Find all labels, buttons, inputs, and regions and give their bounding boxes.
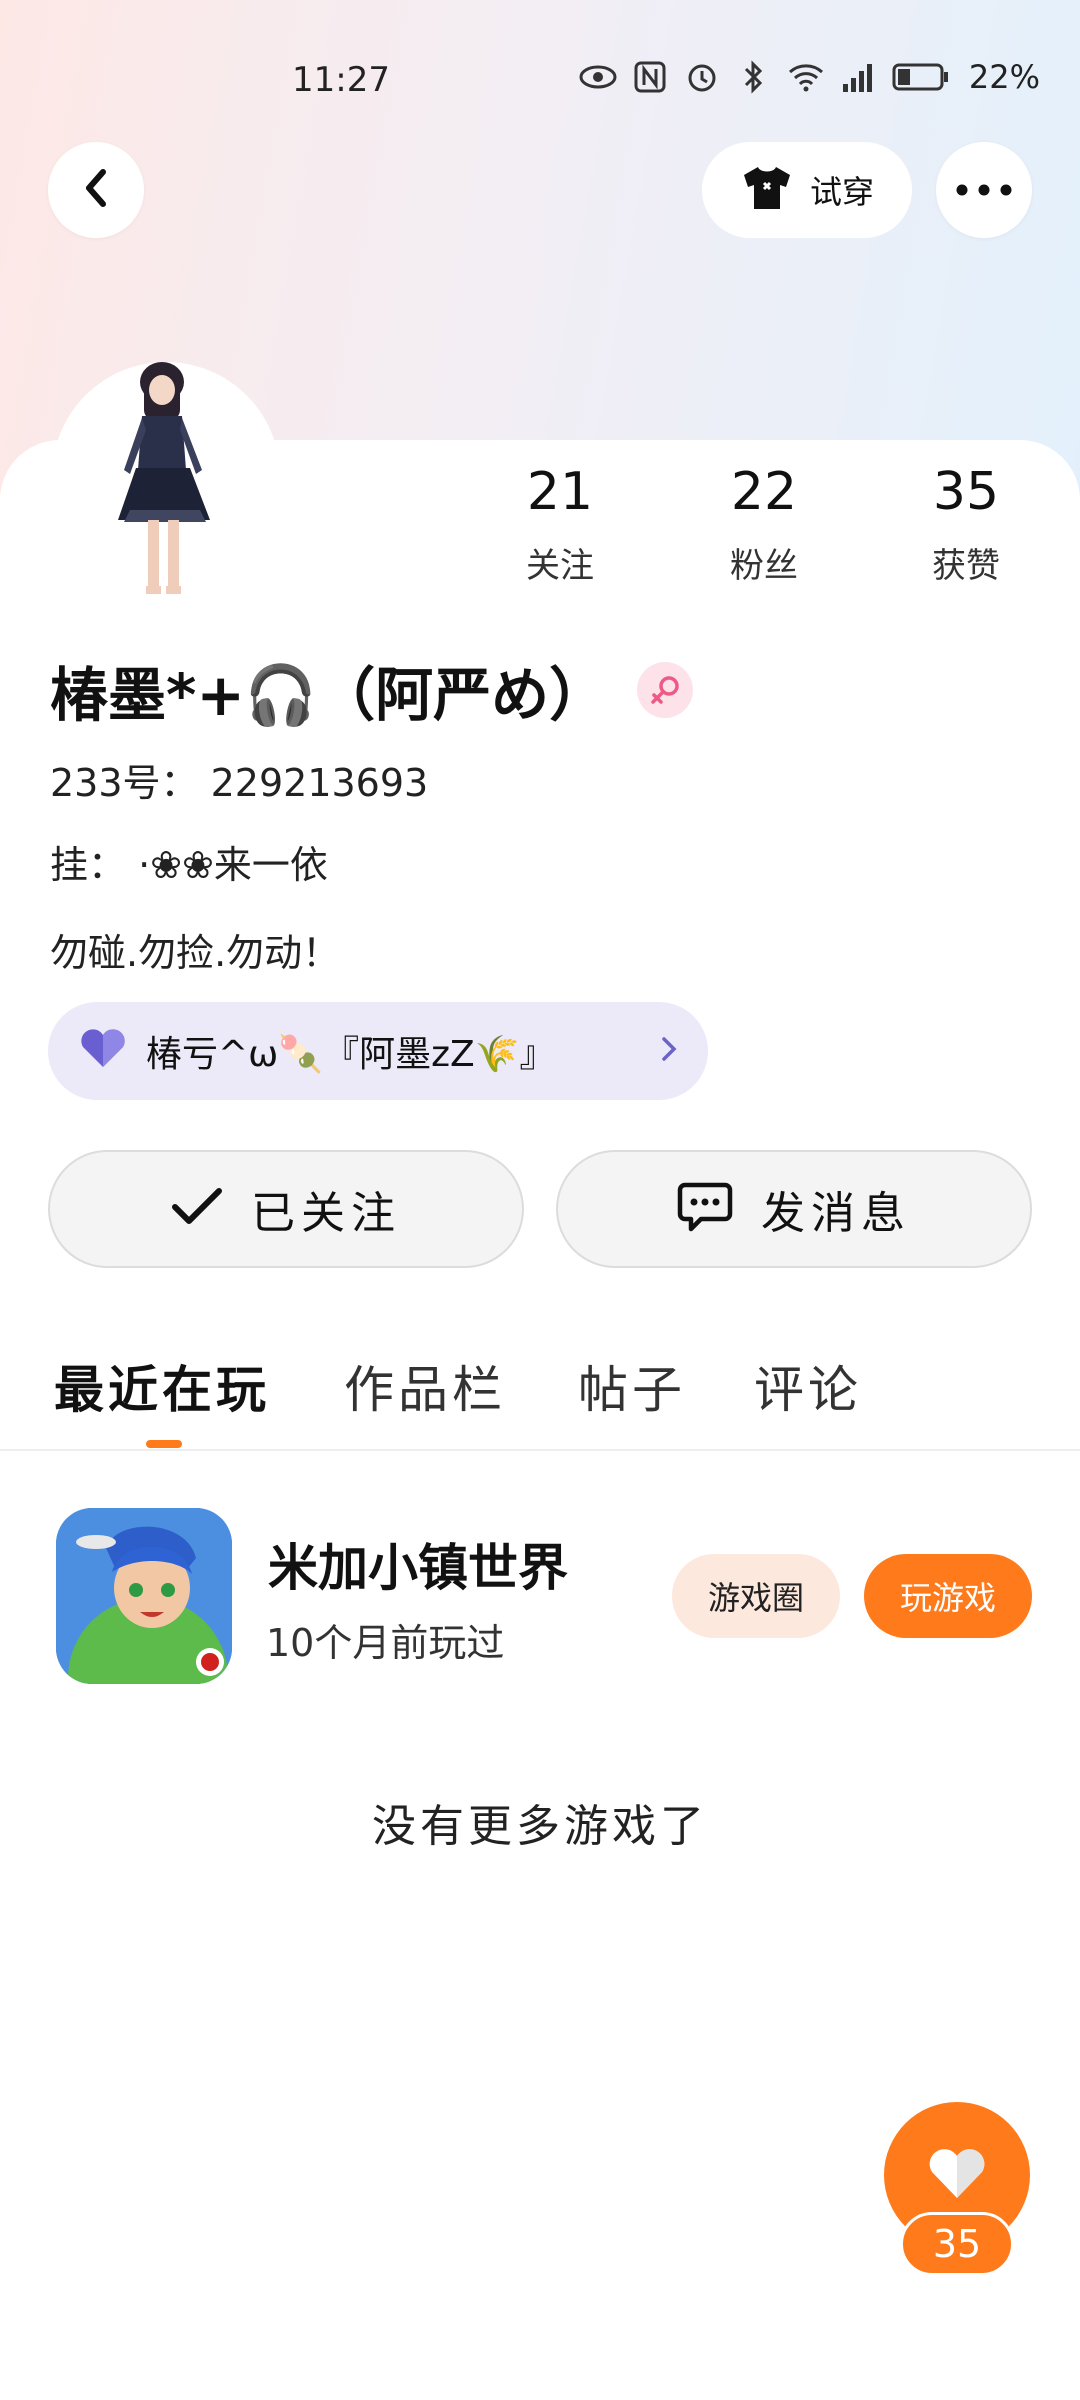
guild-badge[interactable]: 椿亏^ω🍡『阿墨zZ🌾』	[48, 1002, 708, 1100]
chevron-right-icon	[660, 1031, 678, 1072]
stat-fans[interactable]: 22 粉丝	[684, 460, 844, 587]
female-gender-icon	[637, 662, 694, 718]
guild-name: 椿亏^ω🍡『阿墨zZ🌾』	[146, 1034, 556, 1075]
status-time: 11:27	[292, 60, 390, 100]
no-more-games-text: 没有更多游戏了	[372, 1801, 708, 1852]
try-on-button[interactable]: 试穿	[702, 142, 912, 238]
chat-bubble-icon	[677, 1181, 733, 1237]
username-row: 椿墨*+🎧（阿严め）	[50, 648, 694, 732]
try-on-label: 试穿	[809, 173, 874, 211]
following-label: 已关注	[251, 1188, 401, 1239]
status-bar: 11:27 22%	[0, 52, 1080, 112]
following-button[interactable]: 已关注	[48, 1150, 524, 1268]
battery-percent: 22%	[968, 58, 1040, 96]
wifi-icon	[787, 58, 825, 96]
chevron-left-icon	[79, 166, 113, 214]
eye-icon	[579, 58, 617, 96]
stat-following[interactable]: 21 关注	[480, 460, 640, 587]
checkmark-icon	[171, 1187, 223, 1231]
stat-likes-label: 获赞	[932, 546, 1000, 586]
game-icon	[56, 1508, 232, 1684]
game-last-played: 10个月前玩过	[266, 1621, 505, 1665]
tshirt-icon	[740, 165, 794, 215]
send-message-button[interactable]: 发消息	[556, 1150, 1032, 1268]
username: 椿墨*+🎧（阿严め）	[50, 661, 608, 729]
stat-fans-label: 粉丝	[730, 546, 798, 586]
heart-icon	[78, 1029, 128, 1073]
more-dots-icon	[956, 181, 1012, 200]
tabs-divider	[0, 1449, 1080, 1451]
signal-icon	[839, 58, 877, 96]
stat-fans-value: 22	[730, 462, 798, 522]
profile-tabs: 最近在玩 作品栏 帖子 评论	[0, 1340, 1080, 1450]
game-title: 米加小镇世界	[268, 1539, 568, 1597]
tab-recently-played[interactable]: 最近在玩	[54, 1350, 270, 1422]
profile-stats: 21 关注 22 粉丝 35 获赞	[0, 460, 1080, 600]
battery-icon	[891, 58, 951, 96]
like-count-badge: 35	[900, 2212, 1014, 2276]
stat-likes-value: 35	[932, 462, 1000, 522]
send-message-label: 发消息	[761, 1188, 911, 1239]
list-item[interactable]: 米加小镇世界 10个月前玩过 游戏圈 玩游戏	[0, 1508, 1080, 1684]
account-id: 233号： 229213693	[50, 761, 429, 805]
stat-likes[interactable]: 35 获赞	[886, 460, 1046, 587]
stat-following-value: 21	[526, 462, 594, 522]
nfc-icon	[631, 58, 669, 96]
stat-following-label: 关注	[526, 546, 594, 586]
back-button[interactable]	[48, 142, 144, 238]
status-icons: 22%	[579, 58, 1040, 96]
tab-works[interactable]: 作品栏	[344, 1350, 506, 1422]
tab-comments[interactable]: 评论	[754, 1350, 862, 1422]
bluetooth-icon	[735, 58, 773, 96]
game-circle-button[interactable]: 游戏圈	[672, 1554, 840, 1638]
more-button[interactable]	[936, 142, 1032, 238]
heart-icon	[926, 2146, 988, 2204]
active-tab-indicator	[146, 1440, 182, 1448]
alarm-icon	[683, 58, 721, 96]
play-game-button[interactable]: 玩游戏	[864, 1554, 1032, 1638]
tab-posts[interactable]: 帖子	[578, 1350, 686, 1422]
hanging-tag: 挂： ·❀❀来一依	[50, 843, 328, 887]
bio: 勿碰.勿捡.勿动！	[50, 931, 341, 975]
